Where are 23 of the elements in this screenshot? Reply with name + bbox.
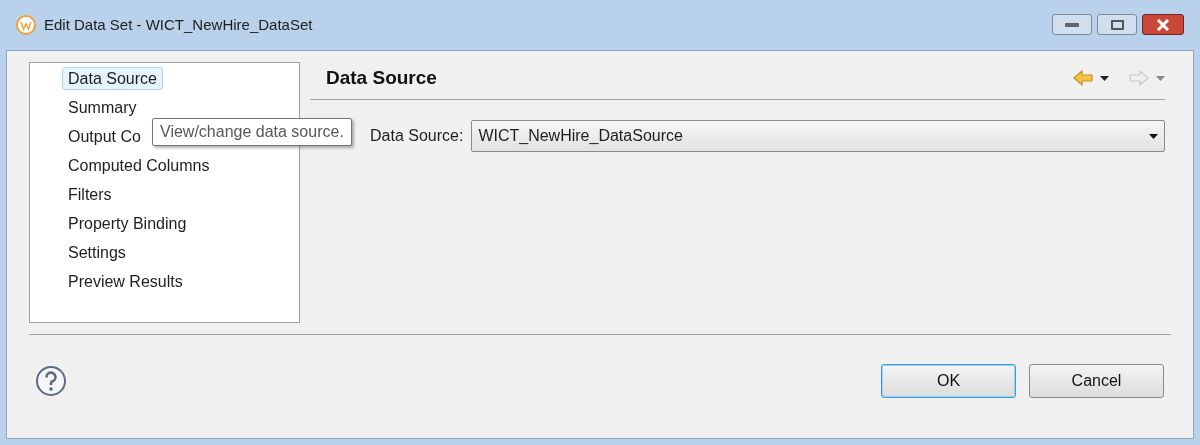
page-title: Data Source [326, 65, 437, 90]
navigation-item[interactable]: Preview Results [62, 270, 189, 293]
navigation-item[interactable]: Computed Columns [62, 154, 216, 177]
navigation-item[interactable]: Output Co [62, 125, 147, 148]
close-icon [1156, 18, 1170, 31]
maximize-button[interactable] [1097, 14, 1137, 35]
dropdown-caret-icon [1149, 133, 1158, 139]
caret-icon[interactable] [1100, 75, 1109, 81]
minimize-button[interactable] [1052, 14, 1092, 35]
dialog-button[interactable]: Cancel [1029, 363, 1164, 398]
close-button[interactable] [1142, 14, 1184, 35]
navigation-item[interactable]: Filters [62, 183, 118, 206]
window-title: Edit Data Set - WICT_NewHire_DataSet [44, 14, 313, 35]
navigation-item[interactable]: Settings [62, 241, 132, 264]
help-icon[interactable] [35, 364, 67, 397]
navigation-item[interactable]: Data Source [62, 67, 163, 90]
tooltip: View/change data source. [152, 118, 352, 146]
field-label: Data Source: [370, 126, 464, 146]
data-source-dropdown[interactable]: WICT_NewHire_DataSource [471, 120, 1165, 152]
navigation-item[interactable]: Summary [62, 96, 143, 119]
app-logo-icon [16, 15, 36, 35]
navigation-item[interactable]: Property Binding [62, 212, 193, 235]
dialog-button[interactable]: OK [881, 363, 1016, 398]
